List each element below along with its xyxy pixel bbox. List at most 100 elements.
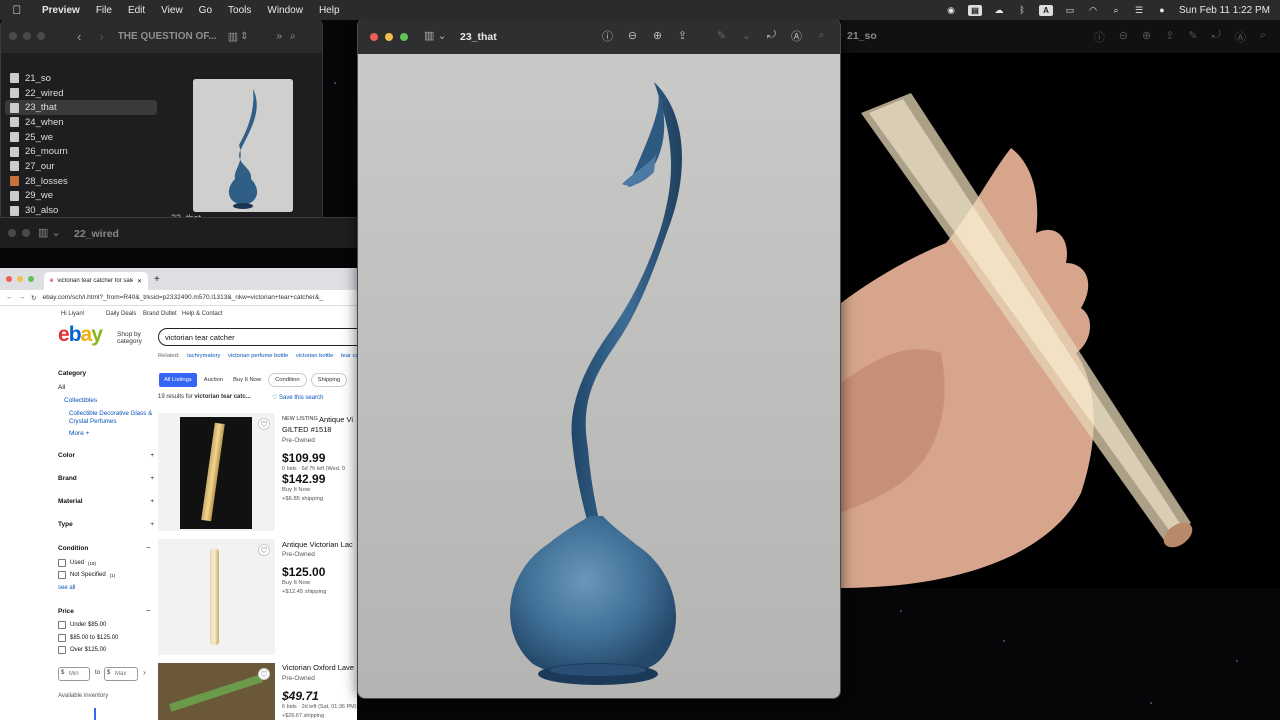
menu-help[interactable]: Help bbox=[311, 5, 348, 16]
save-search-link[interactable]: ♡ Save this search bbox=[272, 394, 323, 401]
greeting[interactable]: Hi Liyan! bbox=[61, 311, 84, 317]
file-item[interactable]: 27_our bbox=[5, 159, 157, 174]
forward-icon[interactable]: › bbox=[99, 29, 103, 44]
menu-app-name[interactable]: Preview bbox=[34, 5, 88, 16]
related-link[interactable]: victorian bottle bbox=[296, 353, 333, 359]
vase-thumbnail[interactable] bbox=[193, 79, 293, 212]
zoom-in-icon[interactable]: ⊕ bbox=[651, 29, 664, 42]
expand-icon[interactable]: + bbox=[150, 498, 154, 505]
markup-icon[interactable]: ✎ bbox=[715, 29, 728, 42]
zoom-out-icon[interactable]: ⊖ bbox=[626, 29, 639, 42]
share-icon[interactable]: ⇪ bbox=[676, 29, 689, 42]
url-text[interactable]: ebay.com/sch/i.html?_from=R40&_trksid=p2… bbox=[42, 294, 342, 301]
finder-search-icon[interactable]: ⌕ bbox=[290, 31, 296, 42]
price-submit-icon[interactable]: › bbox=[143, 668, 146, 677]
sidebar-toggle-icon[interactable]: ▥ ⌄ bbox=[424, 29, 447, 42]
file-item[interactable]: 23_that bbox=[5, 100, 157, 116]
listing-image-3[interactable]: ♡ bbox=[158, 663, 275, 720]
annotate-icon[interactable]: Ⓐ bbox=[790, 29, 803, 43]
search-icon[interactable]: ⌕ bbox=[1260, 29, 1266, 45]
listing-title-2[interactable]: Antique Victorian Lac bbox=[282, 540, 353, 549]
filter-shipping[interactable]: Shipping bbox=[310, 373, 348, 387]
address-bar[interactable]: ← → ↻ ebay.com/sch/i.html?_from=R40&_trk… bbox=[0, 290, 357, 306]
preview-zoom-button[interactable] bbox=[400, 32, 408, 41]
price-option[interactable]: $85.00 to $125.00 bbox=[58, 633, 118, 642]
watch-heart-icon[interactable]: ♡ bbox=[258, 544, 270, 556]
facet-brand[interactable]: Brand + bbox=[58, 475, 154, 482]
listing-title-1b[interactable]: GILTED #1518 bbox=[282, 425, 331, 434]
battery-icon[interactable]: ▭ bbox=[1064, 5, 1076, 15]
annotate-icon[interactable]: Ⓐ bbox=[1235, 29, 1246, 45]
search-icon[interactable]: ⌕ bbox=[815, 29, 828, 42]
preview-close-button[interactable] bbox=[370, 32, 378, 41]
menu-tools[interactable]: Tools bbox=[220, 5, 259, 16]
share-icon[interactable]: ⇪ bbox=[1165, 29, 1174, 45]
facet-color[interactable]: Color + bbox=[58, 452, 154, 459]
notes-icon[interactable]: ▤ bbox=[968, 4, 983, 16]
condition-collapse-icon[interactable]: − bbox=[146, 543, 151, 552]
apple-icon[interactable]:  bbox=[0, 3, 34, 17]
search-box[interactable]: victorian tear catcher bbox=[158, 328, 358, 346]
browser-tab[interactable]: e victorian tear catcher for sale ✕ bbox=[44, 272, 148, 290]
help-contact-link[interactable]: Help & Contact bbox=[182, 311, 222, 317]
daily-deals-link[interactable]: Daily Deals bbox=[106, 311, 136, 317]
control-center-icon[interactable]: ☰ bbox=[1133, 5, 1145, 15]
watch-heart-icon[interactable]: ♡ bbox=[258, 418, 270, 430]
category-collectibles[interactable]: Collectibles bbox=[64, 397, 97, 404]
checkbox[interactable] bbox=[58, 559, 66, 567]
condition-option[interactable]: Used (18) bbox=[58, 559, 96, 567]
view-toggle-icon[interactable]: ▥ bbox=[228, 30, 238, 43]
siri-icon[interactable]: ● bbox=[1156, 5, 1168, 15]
info-icon[interactable]: ⓘ bbox=[1094, 29, 1105, 45]
expand-icon[interactable]: + bbox=[150, 452, 154, 459]
filter-buy-it-now[interactable]: Buy It Now bbox=[230, 373, 264, 387]
checkbox[interactable] bbox=[58, 646, 66, 654]
file-item[interactable]: 21_so bbox=[5, 71, 157, 86]
category-all[interactable]: All bbox=[58, 384, 65, 391]
checkbox[interactable] bbox=[58, 621, 66, 629]
file-item[interactable]: 29_we bbox=[5, 189, 157, 204]
listing-title-3[interactable]: Victorian Oxford Lave bbox=[282, 663, 354, 672]
browser-minimize[interactable] bbox=[17, 276, 23, 282]
menu-clock[interactable]: Sun Feb 11 1:22 PM bbox=[1179, 5, 1270, 16]
rotate-icon[interactable]: ⤾ bbox=[765, 29, 778, 42]
checkbox[interactable] bbox=[58, 633, 66, 642]
see-all-link[interactable]: see all bbox=[58, 585, 75, 591]
new-tab-icon[interactable]: + bbox=[154, 274, 160, 285]
shop-by-category[interactable]: Shop by category bbox=[117, 331, 153, 345]
watch-heart-icon[interactable]: ♡ bbox=[258, 668, 270, 680]
rotate-icon[interactable]: ⤾ bbox=[1212, 29, 1221, 45]
more-icon[interactable]: » bbox=[276, 31, 282, 42]
filter-all-listings[interactable]: All Listings bbox=[159, 373, 197, 387]
condition-option[interactable]: Not Specified (1) bbox=[58, 571, 115, 579]
price-option[interactable]: Over $125.00 bbox=[58, 646, 106, 654]
markup-menu-icon[interactable]: ⌄ bbox=[740, 29, 753, 42]
creative-cloud-icon[interactable]: ◉ bbox=[945, 5, 957, 15]
zoom-button[interactable] bbox=[37, 32, 45, 40]
menu-go[interactable]: Go bbox=[191, 5, 220, 16]
reload-icon[interactable]: ↻ bbox=[31, 294, 36, 302]
tab-close-icon[interactable]: ✕ bbox=[137, 278, 142, 285]
browser-zoom[interactable] bbox=[28, 276, 34, 282]
filter-condition[interactable]: Condition bbox=[268, 373, 307, 387]
nav-forward-icon[interactable]: → bbox=[19, 294, 26, 301]
expand-icon[interactable]: + bbox=[150, 521, 154, 528]
category-sub[interactable]: Collectible Decorative Glass & Crystal P… bbox=[69, 410, 157, 425]
input-source-icon[interactable]: A bbox=[1039, 4, 1054, 16]
price-collapse-icon[interactable]: − bbox=[146, 606, 151, 615]
file-item[interactable]: 26_mourn bbox=[5, 144, 157, 159]
file-item[interactable]: 28_losses bbox=[5, 174, 157, 189]
listing-image-1[interactable]: ♡ bbox=[158, 413, 275, 531]
listing-title-1[interactable]: Antique Vi bbox=[319, 415, 353, 424]
file-item[interactable]: 24_when bbox=[5, 115, 157, 130]
price-option[interactable]: Under $85.00 bbox=[58, 621, 106, 629]
menu-window[interactable]: Window bbox=[259, 5, 311, 16]
file-item[interactable]: 25_we bbox=[5, 130, 157, 145]
filter-auction[interactable]: Auction bbox=[201, 373, 226, 387]
nav-back-icon[interactable]: ← bbox=[6, 294, 13, 301]
close-button[interactable] bbox=[9, 32, 17, 40]
brand-outlet-link[interactable]: Brand Outlet bbox=[143, 311, 177, 317]
markup-icon[interactable]: ✎ bbox=[1188, 29, 1197, 45]
zoom-in-icon[interactable]: ⊕ bbox=[1142, 29, 1151, 45]
browser-close[interactable] bbox=[6, 276, 12, 282]
